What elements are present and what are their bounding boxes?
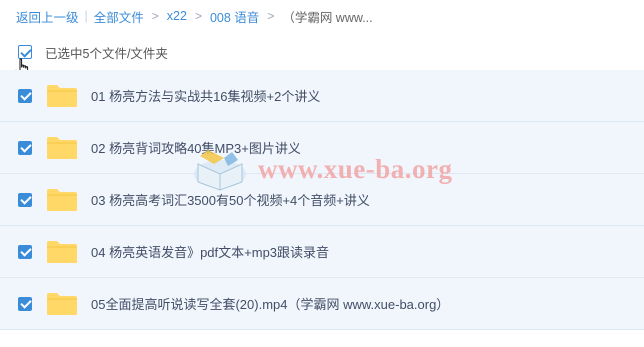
file-checkbox[interactable]: [18, 88, 32, 103]
file-name[interactable]: 05全面提高听说读写全套(20).mp4（学霸网 www.xue-ba.org）: [91, 294, 449, 313]
breadcrumb-current: （学霸网 www...: [282, 10, 373, 25]
file-row[interactable]: 03 杨亮高考词汇3500有50个视频+4个音频+讲义: [0, 174, 644, 226]
breadcrumb-item-x22[interactable]: x22: [167, 9, 187, 23]
breadcrumb: 返回上一级 | 全部文件 > x22 > 008 语音 > （学霸网 www..…: [16, 7, 373, 25]
file-name[interactable]: 01 杨亮方法与实战共16集视频+2个讲义: [91, 86, 320, 105]
file-checkbox[interactable]: [18, 296, 32, 311]
all-files-link[interactable]: 全部文件: [94, 7, 144, 26]
file-row[interactable]: 02 杨亮背词攻略40集MP3+图片讲义: [0, 122, 644, 174]
file-name[interactable]: 03 杨亮高考词汇3500有50个视频+4个音频+讲义: [91, 190, 370, 209]
file-row[interactable]: 04 杨亮英语发音》pdf文本+mp3跟读录音: [0, 226, 644, 278]
folder-icon: [47, 240, 77, 263]
chevron-right-icon: >: [267, 9, 275, 23]
folder-icon: [47, 136, 77, 159]
file-name[interactable]: 04 杨亮英语发音》pdf文本+mp3跟读录音: [91, 242, 329, 261]
file-checkbox[interactable]: [18, 244, 32, 259]
file-row[interactable]: 01 杨亮方法与实战共16集视频+2个讲义: [0, 70, 644, 122]
breadcrumb-divider: |: [84, 9, 88, 23]
selection-count-label: 已选中5个文件/文件夹: [45, 46, 168, 61]
file-row[interactable]: 05全面提高听说读写全套(20).mp4（学霸网 www.xue-ba.org）: [0, 278, 644, 330]
back-link[interactable]: 返回上一级: [16, 7, 79, 26]
breadcrumb-item-audio[interactable]: 008 语音: [210, 7, 259, 26]
file-list: 01 杨亮方法与实战共16集视频+2个讲义 02 杨亮背词攻略40集MP3+图片…: [0, 70, 644, 330]
chevron-right-icon: >: [151, 9, 159, 23]
folder-icon: [47, 84, 77, 107]
folder-icon: [47, 188, 77, 211]
file-checkbox[interactable]: [18, 140, 32, 155]
chevron-right-icon: >: [194, 9, 202, 23]
file-checkbox[interactable]: [18, 192, 32, 207]
select-all-checkbox[interactable]: [18, 45, 32, 59]
select-all-row: 已选中5个文件/文件夹: [18, 43, 168, 61]
file-name[interactable]: 02 杨亮背词攻略40集MP3+图片讲义: [91, 138, 301, 157]
folder-icon: [47, 292, 77, 315]
